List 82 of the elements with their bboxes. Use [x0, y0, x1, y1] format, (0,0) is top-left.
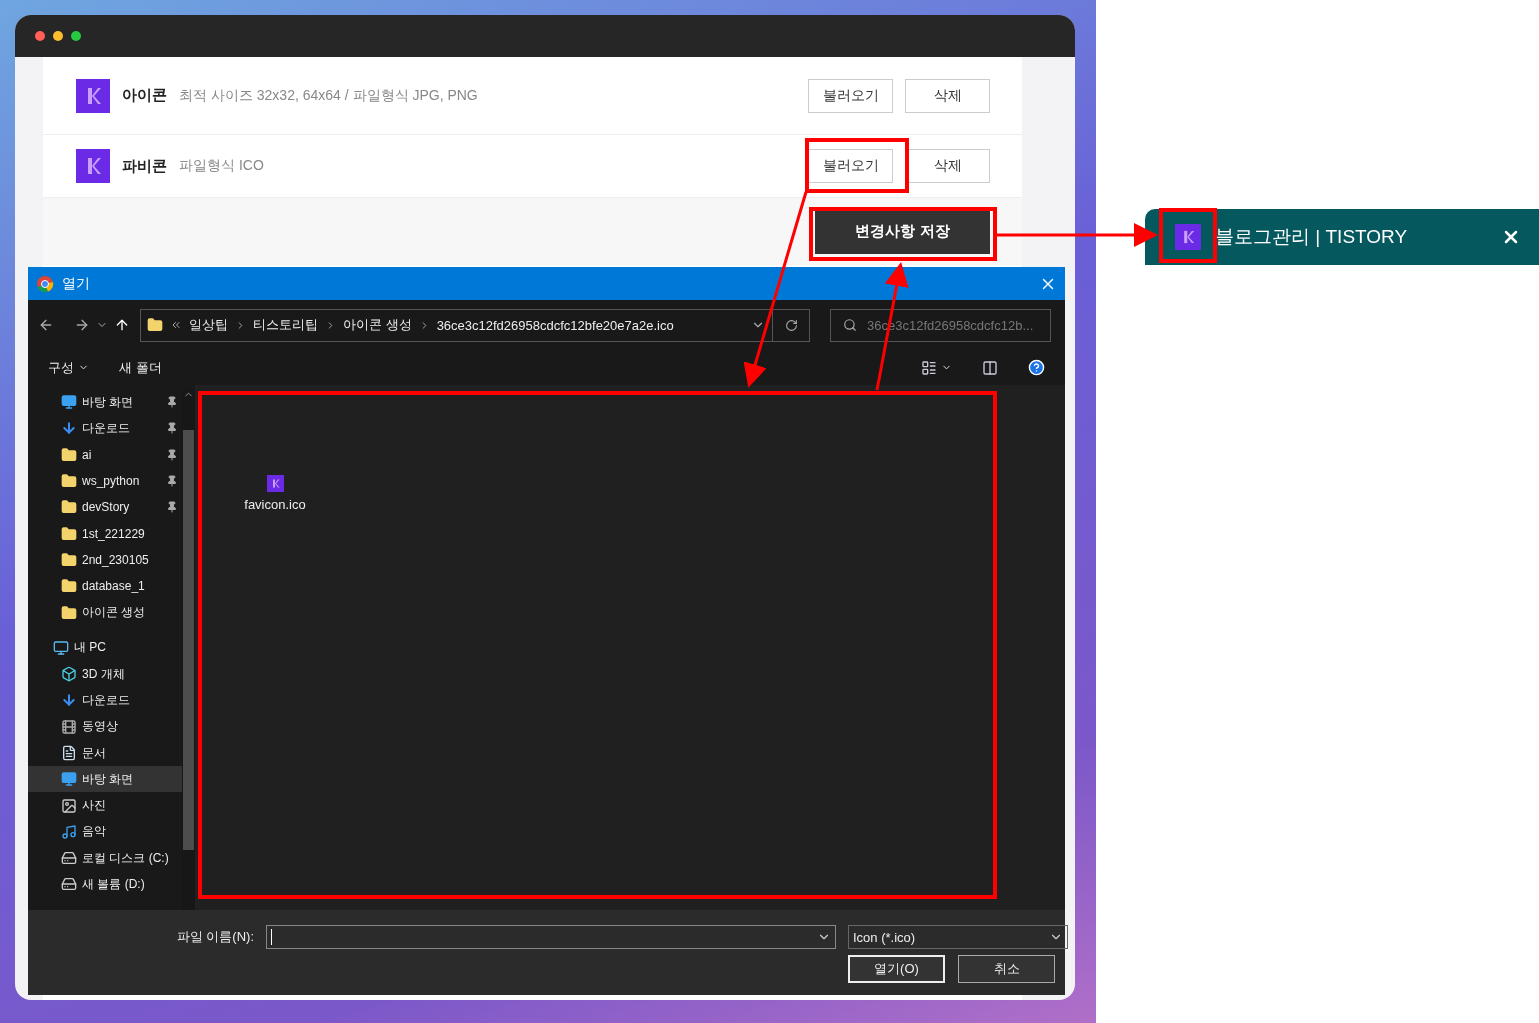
- load-button[interactable]: 불러오기: [808, 78, 893, 113]
- save-button[interactable]: 변경사항 저장: [815, 209, 990, 254]
- forward-icon[interactable]: [74, 317, 90, 333]
- maximize-dot[interactable]: [71, 31, 81, 41]
- dialog-title: 열기: [62, 274, 91, 293]
- breadcrumb-item[interactable]: 티스토리팁: [253, 316, 318, 334]
- document-icon: [61, 745, 77, 761]
- sidebar-item[interactable]: 음악: [28, 818, 182, 846]
- close-dot[interactable]: [35, 31, 45, 41]
- folder-icon: [147, 317, 163, 333]
- download-icon: [61, 692, 77, 709]
- music-icon: [61, 823, 77, 840]
- new-folder-button[interactable]: 새 폴더: [119, 358, 162, 377]
- folder-icon: [61, 446, 77, 463]
- sidebar-item[interactable]: 사진: [28, 792, 182, 819]
- download-icon: [61, 420, 77, 437]
- computer-icon: [53, 639, 69, 656]
- sidebar-item[interactable]: database_1: [28, 573, 182, 600]
- sidebar-item[interactable]: 동영상: [28, 713, 182, 740]
- sidebar-item[interactable]: 로컬 디스크 (C:): [28, 845, 182, 872]
- picture-icon: [61, 797, 77, 814]
- file-item[interactable]: favicon.ico: [243, 475, 307, 512]
- sidebar-item[interactable]: 다운로드: [28, 415, 182, 442]
- sidebar-item[interactable]: 바탕 화면: [28, 766, 182, 793]
- file-type-select[interactable]: Icon (*.ico): [848, 925, 1068, 949]
- browser-logo-icon: [36, 274, 54, 293]
- file-name-label: 파일 이름(N):: [175, 928, 254, 946]
- folder-icon: [61, 525, 77, 542]
- back-icon[interactable]: [38, 317, 54, 333]
- minimize-dot[interactable]: [53, 31, 63, 41]
- row-description: 최적 사이즈 32x32, 64x64 / 파일형식 JPG, PNG: [179, 86, 479, 105]
- logo-icon: [76, 149, 110, 183]
- sidebar-item[interactable]: 다운로드: [28, 687, 182, 714]
- browser-tab[interactable]: 블로그관리 | TISTORY: [1145, 209, 1539, 265]
- logo-icon: [76, 78, 110, 113]
- tab-title: 블로그관리 | TISTORY: [1215, 225, 1409, 249]
- folder-icon: [61, 473, 77, 490]
- open-button[interactable]: 열기(O): [848, 955, 945, 983]
- cube-icon: [61, 666, 77, 683]
- up-icon[interactable]: [114, 317, 130, 333]
- help-icon[interactable]: [1028, 359, 1045, 376]
- film-icon: [61, 718, 77, 735]
- desktop-icon: [61, 771, 77, 788]
- row-title: 아이콘: [122, 86, 167, 105]
- drive-icon: [61, 850, 77, 867]
- sidebar-item[interactable]: devStory: [28, 494, 182, 521]
- logo-icon: [266, 475, 284, 492]
- drive-icon: [61, 876, 77, 893]
- breadcrumb-item[interactable]: 일상팁: [189, 316, 228, 334]
- breadcrumb-item[interactable]: 36ce3c12fd26958cdcfc12bfe20e7a2e.ico: [436, 317, 674, 333]
- logo-icon: [1175, 224, 1201, 250]
- folder-icon: [61, 551, 77, 568]
- overflow-icon: [170, 319, 182, 331]
- view-icon[interactable]: [921, 359, 937, 376]
- preview-pane-icon[interactable]: [982, 359, 998, 376]
- sidebar-item[interactable]: ai: [28, 441, 182, 468]
- row-description: 파일형식 ICO: [179, 157, 265, 175]
- desktop-icon: [61, 394, 77, 411]
- refresh-icon[interactable]: [785, 318, 798, 332]
- file-name-field[interactable]: [266, 925, 836, 949]
- address-bar[interactable]: 일상팁 티스토리팁 아이콘 생성 36ce3c12fd26958cdcfc12bfe20e7a2e.ico: [140, 308, 810, 342]
- folder-icon: [61, 578, 77, 595]
- cancel-button[interactable]: 취소: [958, 955, 1055, 983]
- load-button[interactable]: 불러오기: [808, 149, 893, 183]
- sidebar-item[interactable]: 문서: [28, 739, 182, 767]
- sidebar-item[interactable]: 바탕 화면: [28, 389, 182, 416]
- sidebar-item[interactable]: 내 PC: [28, 634, 182, 661]
- search-icon: [843, 318, 857, 332]
- row-title: 파비콘: [122, 156, 167, 176]
- sidebar-item[interactable]: 3D 개체: [28, 660, 182, 688]
- folder-icon: [61, 604, 77, 621]
- folder-icon: [61, 499, 77, 516]
- sidebar-item[interactable]: 아이콘 생성: [28, 599, 182, 626]
- sidebar-item[interactable]: 2nd_230105: [28, 546, 182, 574]
- organize-menu[interactable]: 구성: [48, 358, 89, 377]
- sidebar-item[interactable]: 새 볼륨 (D:): [28, 871, 182, 898]
- highlight-frame: [1159, 208, 1217, 263]
- sidebar-item[interactable]: ws_python: [28, 467, 182, 495]
- breadcrumb-item[interactable]: 아이콘 생성: [343, 316, 412, 334]
- scrollbar-thumb[interactable]: [183, 430, 194, 850]
- sidebar-item[interactable]: 1st_221229: [28, 520, 182, 547]
- delete-button[interactable]: 삭제: [905, 78, 990, 113]
